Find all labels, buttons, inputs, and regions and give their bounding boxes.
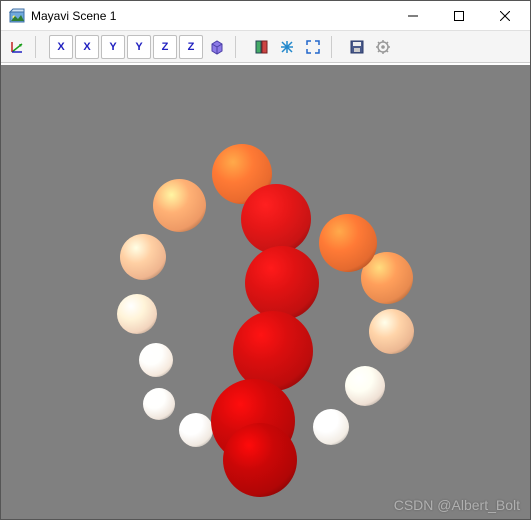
- app-icon: [9, 8, 25, 24]
- sphere: [319, 214, 377, 272]
- fullscreen-icon[interactable]: [301, 35, 325, 59]
- toolbar: X X Y Y Z Z: [1, 31, 530, 63]
- sphere: [345, 366, 385, 406]
- settings-icon[interactable]: [371, 35, 395, 59]
- sphere: [139, 343, 173, 377]
- sphere: [313, 409, 349, 445]
- view-y-minus-icon[interactable]: Y: [127, 35, 151, 59]
- axes-indicator-icon[interactable]: [275, 35, 299, 59]
- toolbar-separator: [235, 36, 243, 58]
- minimize-button[interactable]: [390, 1, 436, 31]
- sphere: [120, 234, 166, 280]
- view-y-plus-icon[interactable]: Y: [101, 35, 125, 59]
- view-axes-icon[interactable]: [5, 35, 29, 59]
- window-title: Mayavi Scene 1: [31, 9, 390, 23]
- sphere: [153, 179, 206, 232]
- sphere: [223, 423, 297, 497]
- save-icon[interactable]: [345, 35, 369, 59]
- sphere: [369, 309, 414, 354]
- sphere: [179, 413, 213, 447]
- view-x-minus-icon[interactable]: X: [75, 35, 99, 59]
- sphere: [245, 246, 319, 320]
- isometric-icon[interactable]: [205, 35, 229, 59]
- view-x-plus-icon[interactable]: X: [49, 35, 73, 59]
- sphere: [241, 184, 311, 254]
- scene-canvas[interactable]: [7, 71, 524, 513]
- close-button[interactable]: [482, 1, 528, 31]
- 3d-viewport[interactable]: CSDN @Albert_Bolt: [1, 63, 530, 519]
- sphere: [117, 294, 157, 334]
- titlebar: Mayavi Scene 1: [1, 1, 530, 31]
- sphere: [143, 388, 175, 420]
- toolbar-separator: [331, 36, 339, 58]
- view-z-minus-icon[interactable]: Z: [179, 35, 203, 59]
- parallel-proj-icon[interactable]: [249, 35, 273, 59]
- toolbar-separator: [35, 36, 43, 58]
- maximize-button[interactable]: [436, 1, 482, 31]
- view-z-plus-icon[interactable]: Z: [153, 35, 177, 59]
